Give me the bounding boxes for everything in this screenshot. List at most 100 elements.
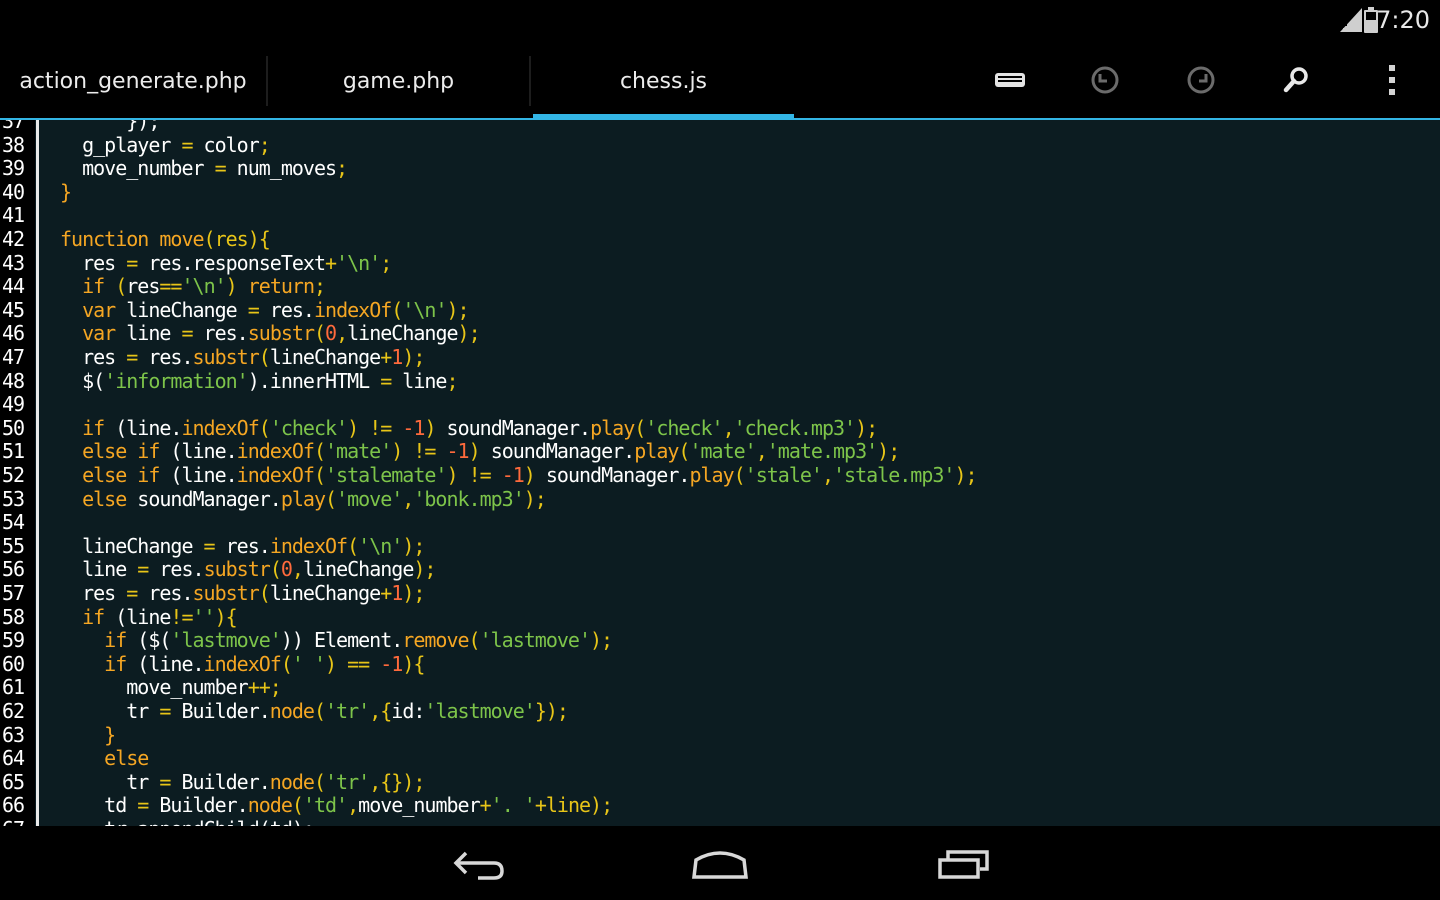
code-token: } [60, 179, 72, 204]
tab-action-generate-php[interactable]: action_generate.php [0, 42, 266, 116]
code-text: else [60, 746, 149, 770]
code-token: else if [60, 463, 160, 487]
code-text: }); [60, 120, 160, 133]
code-token: ' ' [291, 651, 326, 676]
code-token: (line. [159, 463, 237, 487]
code-token: ) [446, 463, 469, 487]
code-text: line = res.substr(0,lineChange); [60, 557, 436, 582]
code-token: $( [60, 368, 105, 393]
code-token: (line. [126, 651, 204, 676]
overflow-menu-icon[interactable] [1368, 58, 1416, 102]
code-line: 60 if (line.indexOf(' ') == -1){ [0, 652, 1440, 676]
code-token: tr [60, 769, 160, 794]
code-token: '' [192, 604, 216, 629]
code-text: tr = Builder.node('tr',{}); [60, 769, 425, 794]
code-text: tr.appendChild(td); [60, 817, 315, 826]
code-token: 'mate' [689, 439, 756, 464]
line-number: 66 [2, 793, 25, 818]
code-token: 'lastmove' [424, 699, 535, 723]
code-text: tr = Builder.node('tr',{id:'lastmove'}); [60, 699, 569, 723]
code-token: 'check.mp3' [733, 415, 856, 440]
code-token: )) Element. [280, 628, 403, 653]
code-token: != [170, 604, 193, 629]
code-token: ; [258, 132, 271, 157]
status-bar: 7:20 [0, 0, 1440, 42]
code-token: = [181, 321, 193, 346]
tab-chess-js[interactable]: chess.js [533, 42, 794, 116]
code-line: 52 else if (line.indexOf('stalemate') !=… [0, 463, 1440, 487]
code-token: res.responseText [137, 250, 326, 275]
code-token: soundManager. [490, 439, 636, 464]
code-text: } [60, 723, 116, 747]
line-number: 50 [2, 415, 25, 440]
line-number: 41 [2, 203, 25, 228]
code-line: 50 if (line.indexOf('check') != -1) soun… [0, 416, 1440, 440]
code-line: 62 tr = Builder.node('tr',{id:'lastmove'… [0, 699, 1440, 723]
code-line: 49 [0, 392, 1440, 416]
code-line: 51 else if (line.indexOf('mate') != -1) … [0, 439, 1440, 463]
line-number: 44 [2, 274, 25, 299]
code-token: 'check' [645, 415, 723, 440]
recent-apps-icon[interactable] [924, 842, 1004, 886]
code-line: 48 $('information').innerHTML = line; [0, 369, 1440, 393]
code-token: 'stalemate' [325, 463, 447, 487]
code-token: tr [60, 699, 160, 723]
code-text: var line = res.substr(0,lineChange); [60, 321, 481, 346]
code-token: ); [446, 297, 470, 322]
code-token: lineChange [60, 533, 204, 558]
redo-icon[interactable] [1177, 58, 1225, 102]
code-token: ) [468, 439, 491, 464]
line-number: 48 [2, 368, 25, 393]
tab-game-php[interactable]: game.php [268, 42, 529, 116]
code-token: res [60, 581, 127, 605]
code-token: ); [855, 415, 878, 440]
code-token: res. [192, 321, 249, 346]
code-token: 'stale.mp3' [833, 463, 955, 487]
keyboard-icon[interactable] [986, 58, 1034, 102]
code-line: 56 line = res.substr(0,lineChange); [0, 557, 1440, 581]
code-token: node [269, 699, 315, 723]
code-token: res. [214, 533, 271, 558]
search-icon[interactable] [1272, 58, 1320, 102]
code-token: line [115, 321, 182, 346]
code-token: 1 [391, 581, 403, 605]
code-token: != [369, 415, 392, 440]
code-token: 'information' [104, 368, 249, 393]
code-token: ){ [402, 651, 425, 676]
code-line: 63 } [0, 723, 1440, 747]
back-icon[interactable] [438, 842, 518, 886]
code-token: + [380, 345, 392, 369]
code-token: 'mate.mp3' [766, 439, 878, 464]
line-number: 37 [2, 120, 25, 133]
code-token: substr [203, 557, 271, 582]
code-token: ); [402, 533, 425, 558]
code-token: 'check' [269, 415, 348, 440]
line-number: 38 [2, 132, 25, 157]
code-token: play [689, 463, 734, 487]
code-token: if [60, 415, 105, 440]
line-number: 55 [2, 533, 25, 558]
code-token: lineChange [347, 321, 458, 346]
home-icon[interactable] [680, 842, 760, 886]
code-token: lineChange [115, 297, 248, 322]
code-token: Builder. [148, 793, 248, 818]
line-number: 45 [2, 297, 25, 322]
line-number: 64 [2, 746, 25, 771]
code-text: if ($('lastmove')) Element.remove('lastm… [60, 628, 613, 653]
undo-icon[interactable] [1081, 58, 1129, 102]
code-token: soundManager. [126, 486, 282, 511]
line-number: 65 [2, 769, 25, 794]
code-token: lineChange [302, 557, 414, 582]
code-editor[interactable]: 37 }); 38 g_player = color; 39 move_number… [0, 120, 1440, 826]
code-text: if (res=='\n') return; [60, 274, 326, 299]
code-token: move [159, 227, 204, 251]
code-token: indexOf [236, 463, 315, 487]
code-token: }); [534, 699, 569, 723]
code-line: 55 lineChange = res.indexOf('\n'); [0, 534, 1440, 558]
code-text: res = res.substr(lineChange+1); [60, 345, 425, 369]
line-number: 40 [2, 179, 25, 204]
code-token: indexOf [269, 533, 348, 558]
line-number: 63 [2, 722, 25, 747]
code-token: res [126, 274, 160, 299]
